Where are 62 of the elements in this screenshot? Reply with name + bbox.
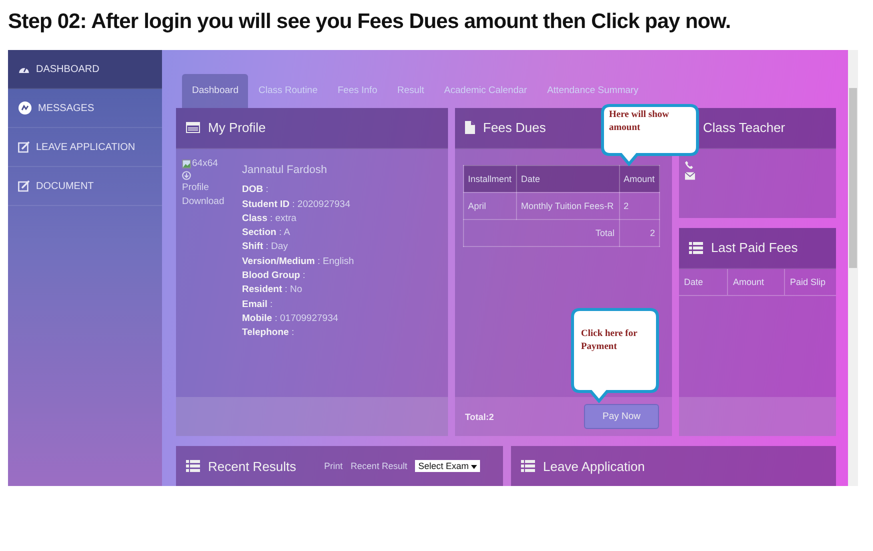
panel-title: Last Paid Fees [711, 240, 798, 256]
profile-field: Section : A [242, 226, 354, 240]
sidebar-item[interactable]: DASHBOARD [8, 50, 162, 89]
caret-icon [471, 465, 478, 469]
profile-download-link[interactable]: Profile Download [182, 180, 224, 209]
total-label: Total [464, 219, 620, 246]
broken-image-icon [182, 158, 191, 169]
document-icon [465, 121, 475, 134]
column-header: Date [679, 268, 728, 295]
profile-field: DOB : [242, 183, 354, 198]
column-header: Amount [619, 165, 660, 192]
profile-field: Email : [242, 298, 354, 312]
table-cell: 2 [619, 192, 660, 220]
list-icon [186, 460, 200, 472]
edit-icon [18, 180, 30, 192]
pay-now-button[interactable]: Pay Now [584, 404, 659, 429]
profile-field: Class : extra [242, 212, 354, 226]
total-text: Total:2 [465, 412, 494, 422]
panel-title: Leave Application [543, 458, 645, 474]
panel-title: Fees Dues [483, 120, 546, 136]
callout: Here will show amount [601, 104, 699, 166]
callout: Click here for Payment [571, 308, 659, 403]
messages-icon [18, 101, 32, 115]
column-header: Installment [464, 165, 517, 192]
profile-field: Telephone : [242, 326, 354, 340]
tab[interactable]: Result [387, 74, 434, 108]
exam-select[interactable]: Select Exam [415, 460, 480, 472]
tab[interactable]: Class Routine [248, 74, 328, 108]
profile-field: Blood Group : [242, 268, 354, 284]
column-header: Date [516, 165, 620, 192]
mail-icon [685, 172, 695, 180]
image-alt-text: 64x64 [192, 156, 218, 171]
download-icon [182, 170, 191, 180]
sidebar-item[interactable]: MESSAGES [8, 89, 162, 128]
list-icon [521, 460, 535, 472]
profile-field: Version/Medium : English [242, 254, 354, 269]
sidebar-item[interactable]: DOCUMENT [8, 167, 162, 206]
student-name: Jannatul Fardosh [242, 162, 328, 178]
profile-field: Student ID : 2020927934 [242, 198, 354, 212]
profile-field: Mobile : 01709927934 [242, 312, 354, 326]
tab[interactable]: Academic Calendar [434, 74, 538, 108]
step-heading: Step 02: After login you will see you Fees Dues amount then Click pay now. [7, 9, 732, 35]
sidebar-item[interactable]: LEAVE APPLICATION [8, 128, 162, 167]
panel-title: Recent Results [208, 458, 296, 474]
profile-field: Resident : No [242, 283, 354, 298]
total-value: 2 [619, 219, 660, 246]
table-cell: Monthly Tuition Fees-R [516, 192, 620, 220]
recent-result-label: Recent Result [350, 461, 408, 471]
card-icon [186, 122, 200, 134]
table-cell: April [464, 192, 517, 220]
list-icon [689, 242, 703, 254]
scrollbar[interactable] [848, 50, 858, 486]
tab[interactable]: Dashboard [182, 74, 248, 108]
panel-title: My Profile [208, 120, 266, 136]
profile-field: Shift : Day [242, 240, 354, 255]
phone-icon [685, 160, 693, 169]
print-label: Print [324, 461, 343, 471]
edit-icon [18, 141, 30, 153]
panel-title: Class Teacher [703, 120, 786, 136]
column-header: Amount [728, 268, 785, 295]
column-header: Paid Slip [789, 276, 827, 289]
tab[interactable]: Fees Info [328, 74, 388, 108]
